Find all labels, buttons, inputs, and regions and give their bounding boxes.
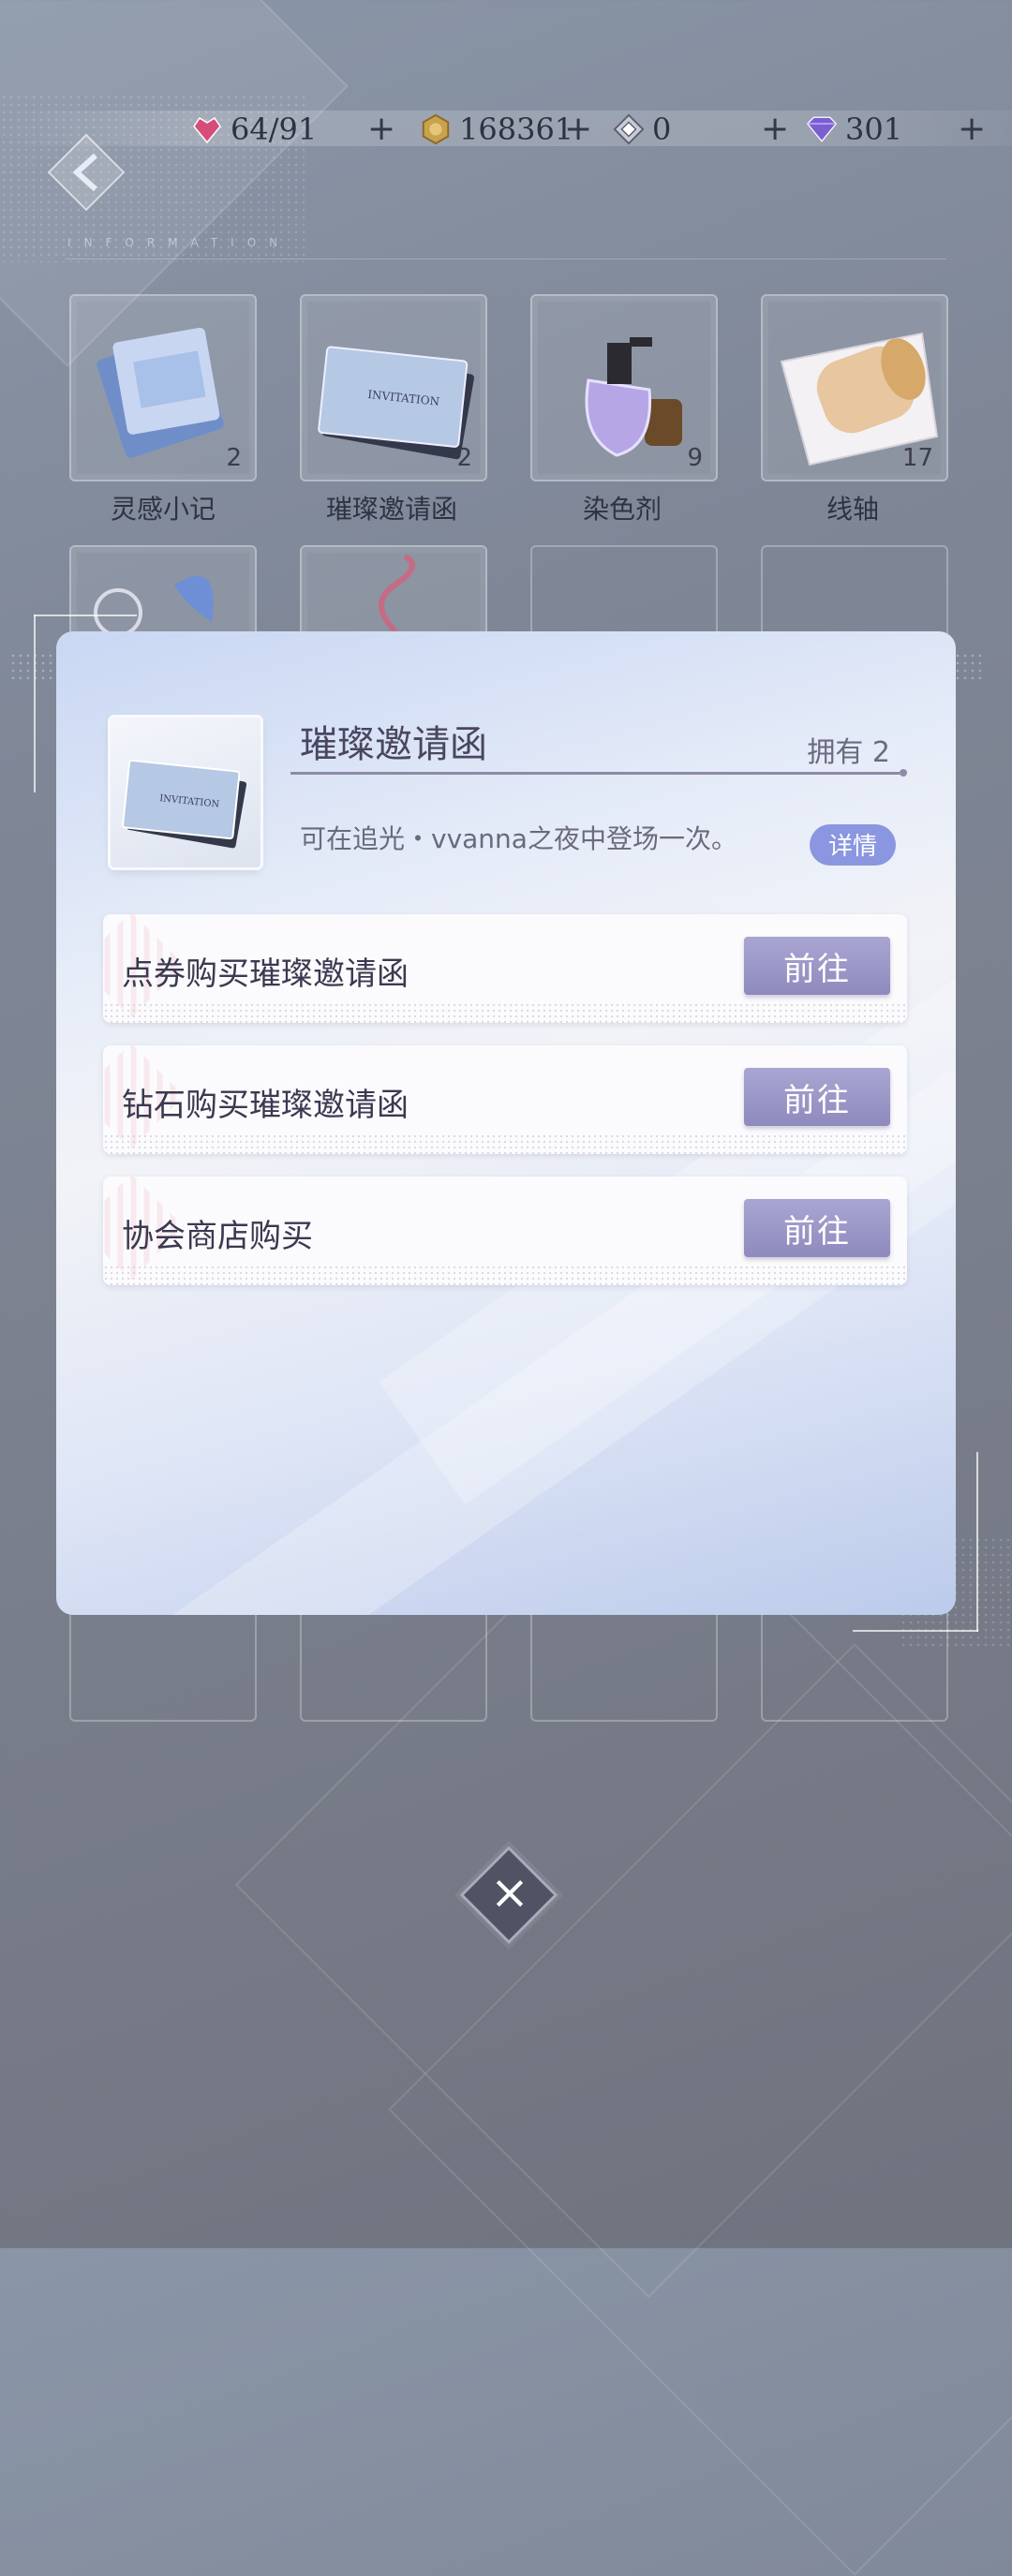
option-label: 点券购买璀璨邀请函 [122, 955, 409, 993]
butterfly-keychain-icon [94, 576, 214, 637]
inventory-label: 线轴 [826, 494, 879, 525]
purchase-option-diamond: 钻石购买璀璨邀请函 前往 [103, 1045, 907, 1154]
go-button-diamond[interactable]: 前往 [744, 1068, 890, 1126]
invitation-card-icon: INVITATION [122, 759, 247, 849]
tokens-value: 0 [652, 111, 672, 147]
inventory-label: 灵感小记 [110, 494, 216, 525]
section-caption: INFORMATION [67, 236, 291, 249]
owned-count: 拥有 2 [807, 736, 890, 769]
add-stamina-button[interactable]: + [367, 109, 395, 150]
currency-diamonds: 301 [806, 109, 902, 150]
currency-stamina: 64/91 [191, 109, 317, 150]
close-button[interactable]: × [478, 1860, 542, 1924]
flamingo-charm-icon [379, 554, 415, 634]
frame-accent [34, 614, 137, 616]
purchase-option-shop: 协会商店购买 前往 [103, 1177, 907, 1285]
item-thumbnail: INVITATION [111, 718, 260, 867]
diamonds-value: 301 [845, 111, 903, 147]
purchase-option-coupon: 点券购买璀璨邀请函 前往 [103, 914, 907, 1023]
purple-diamond-icon [806, 113, 838, 145]
item-description: 可在追光・vvanna之夜中登场一次。 [300, 823, 737, 854]
currency-tokens: 0 [613, 109, 671, 150]
back-button[interactable] [45, 131, 127, 214]
inventory-slot-invitation[interactable]: INVITATION 2 [300, 294, 487, 481]
add-tokens-button[interactable]: + [761, 109, 789, 150]
inventory-slot-empty [761, 545, 948, 643]
item-count: 17 [901, 444, 933, 472]
item-title: 璀璨邀请函 [300, 723, 487, 766]
gold-coin-icon [420, 113, 452, 145]
inventory-slot-dye[interactable]: 9 [530, 294, 718, 481]
title-underline [290, 769, 907, 777]
details-button[interactable]: 详情 [810, 824, 896, 866]
frame-accent [853, 1630, 978, 1632]
inventory-slot-flamingo[interactable] [300, 545, 487, 643]
item-dialog: INVITATION 璀璨邀请函 拥有 2 可在追光・vvanna之夜中登场一次… [56, 631, 956, 1615]
option-label: 协会商店购买 [122, 1218, 313, 1255]
frame-accent [34, 614, 36, 792]
inventory-label: 染色剂 [582, 494, 662, 525]
inventory-slot-empty [530, 545, 718, 643]
item-count: 2 [226, 444, 242, 472]
inventory-slot-notebook[interactable]: 2 [69, 294, 257, 481]
inventory-slot-keychain[interactable] [69, 545, 257, 643]
add-coins-button[interactable]: + [564, 109, 592, 150]
go-button-shop[interactable]: 前往 [744, 1199, 890, 1257]
inventory-label: 璀璨邀请函 [325, 494, 457, 525]
option-label: 钻石购买璀璨邀请函 [122, 1087, 409, 1124]
go-button-coupon[interactable]: 前往 [744, 937, 890, 995]
diamond-token-icon [613, 113, 645, 145]
item-count: 9 [687, 444, 703, 472]
currency-coins: 168361 [420, 109, 573, 150]
stamina-value: 64/91 [231, 111, 318, 147]
inventory-slot-spool[interactable]: 17 [761, 294, 948, 481]
item-count: 2 [456, 444, 472, 472]
add-diamonds-button[interactable]: + [958, 109, 986, 150]
back-arrow-icon [47, 133, 126, 212]
frame-accent [976, 1452, 978, 1632]
heart-gem-icon [191, 113, 223, 145]
coins-value: 168361 [459, 111, 574, 147]
